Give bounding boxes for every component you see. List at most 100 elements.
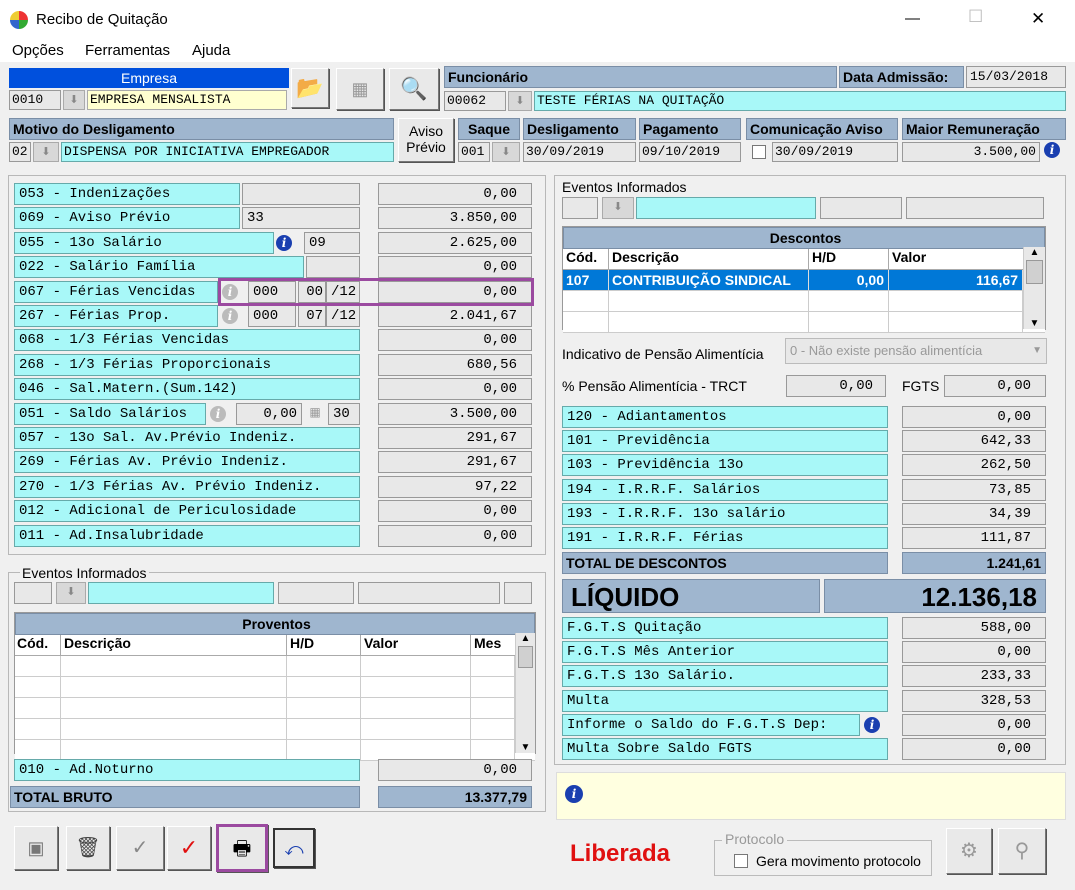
calc-button[interactable]: ▦ [336, 68, 384, 110]
provento-extra[interactable]: 33 [242, 207, 360, 230]
motivo-code-field[interactable]: 02 [9, 142, 31, 162]
empresa-name-field[interactable]: EMPRESA MENSALISTA [87, 90, 287, 110]
empresa-lookup-button[interactable]: ⬇ [63, 90, 85, 110]
approve-button[interactable]: ✓ [167, 826, 211, 870]
ferias-a[interactable]: 000 [248, 305, 296, 327]
eventos-right-valor[interactable] [906, 197, 1044, 219]
info-button[interactable]: i [276, 234, 292, 251]
saldo-b[interactable]: 30 [328, 402, 360, 425]
proventos-scrollbar[interactable]: ▲ ▼ [515, 633, 535, 753]
desconto-label: 120 - Adiantamentos [562, 406, 888, 428]
pct-pensao-field[interactable]: 0,00 [786, 375, 886, 397]
maior-info-button[interactable]: i [1040, 142, 1064, 162]
funcionario-lookup-button[interactable]: ⬇ [508, 91, 532, 111]
motivo-lookup-button[interactable]: ⬇ [33, 142, 59, 162]
table-row[interactable] [15, 719, 535, 740]
maximize-button[interactable]: ☐ [968, 7, 983, 27]
table-row[interactable]: 107 CONTRIBUIÇÃO SINDICAL 0,00 116,67 [563, 270, 1045, 291]
table-row[interactable] [15, 740, 535, 761]
ferias-c: /12 [326, 305, 360, 327]
empresa-code-field[interactable]: 0010 [9, 90, 61, 110]
info-button[interactable]: i [210, 405, 226, 422]
pensao-label: Indicativo de Pensão Alimentícia [562, 346, 764, 362]
table-row[interactable] [15, 656, 535, 677]
menu-ajuda[interactable]: Ajuda [192, 42, 230, 59]
close-button[interactable]: ✕ [1031, 9, 1045, 29]
ferias-a[interactable]: 000 [248, 280, 296, 303]
proventos-grid[interactable]: Proventos Cód. Descrição H/D Valor Mes ▲… [14, 612, 536, 761]
fgts-field[interactable]: 0,00 [944, 375, 1046, 397]
eventos-left-hd[interactable] [278, 582, 354, 604]
saque-lookup-button[interactable]: ⬇ [492, 142, 520, 162]
table-row[interactable] [563, 291, 1045, 312]
menu-opcoes[interactable]: Opções [12, 42, 64, 59]
eventos-left-desc[interactable] [88, 582, 274, 604]
saque-code-field[interactable]: 001 [458, 142, 490, 162]
provento-value: 2.625,00 [378, 231, 532, 254]
saldo-a[interactable]: 0,00 [236, 402, 302, 425]
open-folder-button[interactable]: 📂 [291, 68, 329, 108]
menu-ferramentas[interactable]: Ferramentas [85, 42, 170, 59]
comunicacao-checkbox[interactable] [752, 145, 766, 159]
info-button[interactable]: i [864, 716, 880, 733]
pagamento-field[interactable]: 09/10/2019 [639, 142, 741, 162]
eventos-right-lookup[interactable]: ⬇ [602, 197, 634, 219]
ferias-b[interactable]: 00 [298, 280, 326, 303]
provento-extra[interactable]: 09 [304, 231, 360, 254]
provento-extra[interactable] [242, 183, 360, 205]
col-cod: Cód. [15, 635, 61, 655]
desconto-label: 194 - I.R.R.F. Salários [562, 478, 888, 501]
provento-extra[interactable] [306, 256, 360, 279]
protocol-action-button[interactable]: ⚙ [946, 828, 992, 874]
pensao-select[interactable]: 0 - Não existe pensão alimentícia ▼ [785, 338, 1047, 364]
fgts-label: F.G.T.S Quitação [562, 617, 888, 639]
print-button[interactable]: 🖶 [216, 824, 268, 872]
admissao-field[interactable]: 15/03/2018 [966, 66, 1066, 88]
provento-value: 0,00 [378, 524, 532, 547]
table-row[interactable] [15, 677, 535, 698]
motivo-name-field[interactable]: DISPENSA POR INICIATIVA EMPREGADOR [61, 142, 394, 162]
desligamento-field[interactable]: 30/09/2019 [523, 142, 636, 162]
ad-noturno-value: 0,00 [378, 759, 532, 781]
ferias-b[interactable]: 07 [298, 305, 326, 327]
window-title: Recibo de Quitação [36, 11, 168, 28]
list-item: 069 - Aviso Prévio 33 3.850,00 [14, 207, 536, 230]
info-button[interactable]: i [222, 308, 238, 324]
col-hd: H/D [287, 635, 361, 655]
eventos-right-hd[interactable] [820, 197, 902, 219]
col-descricao: Descrição [61, 635, 287, 655]
descontos-scrollbar[interactable]: ▲ ▼ [1023, 247, 1045, 329]
calc-small-button[interactable]: ▦ [304, 405, 326, 423]
funcionario-code-field[interactable]: 00062 [444, 91, 506, 111]
eventos-left-valor[interactable] [358, 582, 500, 604]
info-icon: i [222, 308, 238, 324]
search-button[interactable]: 🔍 [389, 68, 439, 110]
eventos-left-lookup[interactable]: ⬇ [56, 582, 86, 604]
descontos-grid-title: Descontos [563, 227, 1045, 249]
list-item: 057 - 13o Sal. Av.Prévio Indeniz. 291,67 [14, 427, 536, 449]
undo-button[interactable]: ⤺ [273, 828, 315, 868]
provento-label: 022 - Salário Família [14, 256, 304, 279]
info-button[interactable]: i [222, 283, 238, 300]
delete-button[interactable]: 🗑 [66, 826, 110, 870]
eventos-right-desc[interactable] [636, 197, 816, 219]
aviso-previo-button[interactable]: Aviso Prévio [398, 118, 454, 162]
eventos-left-code[interactable] [14, 582, 52, 604]
maior-field[interactable]: 3.500,00 [902, 142, 1040, 162]
funcionario-name-field[interactable]: TESTE FÉRIAS NA QUITAÇÃO [534, 91, 1066, 111]
ad-noturno-label: 010 - Ad.Noturno [14, 759, 360, 781]
descontos-grid[interactable]: Descontos Cód. Descrição H/D Valor 107 C… [562, 226, 1046, 333]
user-search-button[interactable]: ⚲ [998, 828, 1046, 874]
eventos-left-mes[interactable] [504, 582, 532, 604]
fgts-label: Multa [562, 689, 888, 712]
comunicacao-field[interactable]: 30/09/2019 [772, 142, 898, 162]
eventos-right-code[interactable] [562, 197, 598, 219]
provento-label: 270 - 1/3 Férias Av. Prévio Indeniz. [14, 475, 360, 498]
provento-label: 053 - Indenizações [14, 183, 240, 205]
table-row[interactable] [563, 312, 1045, 333]
table-row[interactable] [15, 698, 535, 719]
protocolo-checkbox[interactable] [734, 854, 748, 868]
confirm-button[interactable]: ✓ [116, 826, 164, 870]
save-button[interactable]: ▣ [14, 826, 58, 870]
minimize-button[interactable]: — [905, 10, 920, 27]
